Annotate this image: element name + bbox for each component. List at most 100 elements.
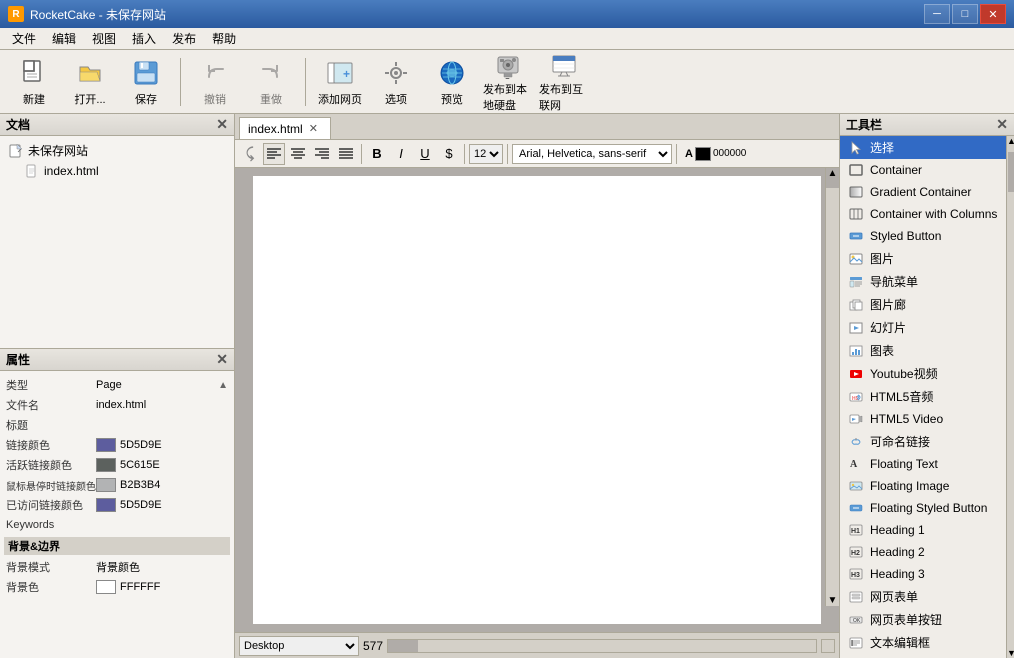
toolbar-item-youtube[interactable]: Youtube视频 (840, 362, 1006, 385)
redo-button[interactable]: 重做 (245, 55, 297, 109)
toolbar-item-floating-text[interactable]: A Floating Text (840, 453, 1006, 475)
toolbar-item-styled-button[interactable]: Styled Button (840, 225, 1006, 247)
vscroll-up[interactable]: ▲ (826, 168, 839, 179)
right-panel-header: 工具栏 ✕ (840, 114, 1014, 136)
menu-file[interactable]: 文件 (4, 28, 44, 49)
toolbar-item-multi-select[interactable]: 多选择 (840, 654, 1006, 658)
open-button[interactable]: 打开... (64, 55, 116, 109)
right-panel-scrollbar[interactable]: ▲ ▼ (1006, 136, 1014, 658)
toolbar-item-heading3[interactable]: H3 Heading 3 (840, 563, 1006, 585)
underline-button[interactable]: U (414, 143, 436, 165)
undo-label: 撤销 (204, 91, 226, 107)
titlebar-controls[interactable]: ─ □ ✕ (924, 4, 1006, 24)
align-left-button[interactable] (263, 143, 285, 165)
toolbar-item-chart[interactable]: 图表 (840, 339, 1006, 362)
prop-visitedlinkcolor-value[interactable]: 5D5D9E (96, 498, 228, 512)
named-link-icon (848, 434, 864, 450)
linkcolor-swatch[interactable] (96, 438, 116, 452)
align-justify-button[interactable] (335, 143, 357, 165)
toolbar-item-named-link[interactable]: 可命名链接 (840, 430, 1006, 453)
maximize-button[interactable]: □ (952, 4, 978, 24)
publish-web-button[interactable]: 发布到互联网 (538, 55, 590, 109)
prop-linkcolor-value[interactable]: 5D5D9E (96, 438, 228, 452)
toolbar-item-nav[interactable]: 导航菜单 (840, 270, 1006, 293)
prop-bgmode-value[interactable]: 背景颜色 (96, 559, 228, 575)
html5audio-icon: H5 (848, 389, 864, 405)
font-size-select[interactable]: 12 10 14 16 18 (469, 144, 503, 164)
dollar-button[interactable]: $ (438, 143, 460, 165)
toolbar-item-text-editor[interactable]: 文本编辑框 (840, 631, 1006, 654)
font-family-select[interactable]: Arial, Helvetica, sans-serif Times New R… (512, 144, 672, 164)
toolbar-item-floating-image[interactable]: Floating Image (840, 475, 1006, 497)
toolbar-item-container[interactable]: Container (840, 159, 1006, 181)
toolbar-item-columns[interactable]: Container with Columns (840, 203, 1006, 225)
save-button[interactable]: 保存 (120, 55, 172, 109)
menu-edit[interactable]: 编辑 (44, 28, 84, 49)
bold-button[interactable]: B (366, 143, 388, 165)
toolbar-item-select[interactable]: 选择 (840, 136, 1006, 159)
right-vscroll-thumb[interactable] (1008, 152, 1014, 192)
menu-insert[interactable]: 插入 (124, 28, 164, 49)
canvas-vscrollbar[interactable]: ▼ ▲ (825, 168, 839, 606)
menu-publish[interactable]: 发布 (164, 28, 204, 49)
right-vscroll-down[interactable]: ▼ (1007, 648, 1014, 658)
align-center-button[interactable] (287, 143, 309, 165)
hscroll-thumb[interactable] (388, 640, 418, 652)
tree-item-index[interactable]: index.html (0, 161, 234, 181)
visitedlinkcolor-swatch[interactable] (96, 498, 116, 512)
prop-activelinkcolor-value[interactable]: 5C615E (96, 458, 228, 472)
menu-help[interactable]: 帮助 (204, 28, 244, 49)
close-button[interactable]: ✕ (980, 4, 1006, 24)
prop-bgcolor-value[interactable]: FFFFFF (96, 580, 228, 594)
props-scroll-up[interactable]: ▲ (218, 380, 228, 391)
right-panel-close[interactable]: ✕ (996, 116, 1008, 133)
tab-index[interactable]: index.html ✕ (239, 117, 331, 139)
preview-button[interactable]: 预览 (426, 55, 478, 109)
tree-item-site[interactable]: 未保存网站 (0, 140, 234, 161)
bgcolor-swatch[interactable] (96, 580, 116, 594)
status-scrollbar[interactable] (387, 639, 817, 653)
link-button[interactable]: ⤹ (239, 143, 261, 165)
right-panel: 工具栏 ✕ 选择 Container (839, 114, 1014, 658)
document-panel-header: 文档 ✕ (0, 114, 234, 136)
toolbar-item-heading2[interactable]: H2 Heading 2 (840, 541, 1006, 563)
toolbar-item-html5video[interactable]: HTML5 Video (840, 408, 1006, 430)
canvas-page[interactable] (253, 176, 821, 624)
toolbar-item-form-button[interactable]: OK 网页表单按钮 (840, 608, 1006, 631)
prop-bgcolor-row: 背景色 FFFFFF (4, 577, 230, 597)
prop-hoverlinkcolor-value[interactable]: B2B3B4 (96, 478, 228, 492)
toolbar-item-html5audio[interactable]: H5 HTML5音频 (840, 385, 1006, 408)
addpage-button[interactable]: + 添加网页 (314, 55, 366, 109)
tab-close-icon[interactable]: ✕ (309, 122, 318, 135)
menu-view[interactable]: 视图 (84, 28, 124, 49)
options-button[interactable]: 选项 (370, 55, 422, 109)
hoverlinkcolor-swatch[interactable] (96, 478, 116, 492)
text-color-swatch[interactable] (695, 147, 711, 161)
activelinkcolor-swatch[interactable] (96, 458, 116, 472)
align-right-button[interactable] (311, 143, 333, 165)
document-panel-close[interactable]: ✕ (216, 116, 228, 133)
publish-hdd-button[interactable]: ▼ 发布到本地硬盘 (482, 55, 534, 109)
toolbar-item-gradient-container[interactable]: Gradient Container (840, 181, 1006, 203)
properties-panel-close[interactable]: ✕ (216, 351, 228, 368)
vscroll-down[interactable]: ▼ (826, 595, 839, 606)
toolbar-item-slideshow[interactable]: 幻灯片 (840, 316, 1006, 339)
toolbar-item-web-form[interactable]: 网页表单 (840, 585, 1006, 608)
text-color-indicator[interactable]: A 000000 (681, 147, 750, 161)
minimize-button[interactable]: ─ (924, 4, 950, 24)
italic-button[interactable]: I (390, 143, 412, 165)
toolbar-item-heading1[interactable]: H1 Heading 1 (840, 519, 1006, 541)
toolbar-item-gallery[interactable]: 图片廊 (840, 293, 1006, 316)
new-button[interactable]: 新建 (8, 55, 60, 109)
right-vscroll-up[interactable]: ▲ (1007, 136, 1014, 146)
undo-button[interactable]: 撤销 (189, 55, 241, 109)
format-toolbar: ⤹ B I U $ 12 10 14 16 1 (235, 140, 839, 168)
toolbar-item-floating-styled-button[interactable]: Floating Styled Button (840, 497, 1006, 519)
titlebar-left: R RocketCake - 未保存网站 (8, 6, 166, 23)
prop-filename-value[interactable]: index.html (96, 399, 228, 411)
prop-bgcolor-label: 背景色 (6, 579, 96, 595)
desktop-select[interactable]: Desktop (239, 636, 359, 656)
tree-site-label: 未保存网站 (28, 142, 88, 159)
toolbar-item-image[interactable]: 图片 (840, 247, 1006, 270)
prop-keywords-label: Keywords (6, 519, 96, 531)
